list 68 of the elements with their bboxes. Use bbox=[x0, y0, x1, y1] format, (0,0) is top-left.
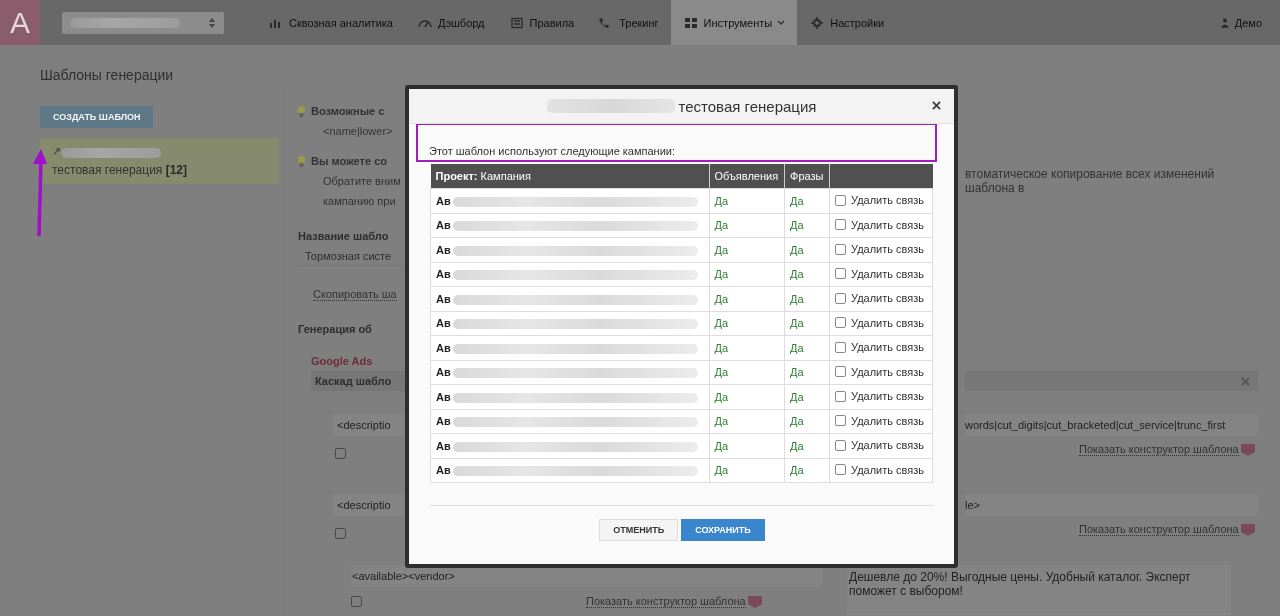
lightbulb-icon bbox=[297, 104, 306, 118]
note-text: Обратите вним bbox=[322, 175, 401, 187]
settings-icon bbox=[809, 16, 826, 29]
column-header: Фразы bbox=[784, 164, 830, 189]
project-name: Ав bbox=[436, 219, 451, 232]
project-name: Ав bbox=[436, 243, 451, 256]
badge-icon bbox=[1240, 443, 1255, 456]
section-heading: Название шабло bbox=[297, 230, 389, 242]
copy-link[interactable]: Скопировать ша bbox=[313, 287, 397, 301]
nav-tab[interactable]: Настройки bbox=[797, 0, 897, 45]
platform-label: Google Ads bbox=[310, 355, 373, 367]
project-name: Ав bbox=[436, 268, 451, 281]
note-text: втоматическое копирование всех изменений шаблона в bbox=[965, 167, 1216, 195]
column-header: Проект: Кампания bbox=[430, 164, 709, 189]
updown-arrows-icon bbox=[208, 16, 216, 29]
nav-tab[interactable]: Дэшборд bbox=[404, 0, 497, 45]
checkbox[interactable] bbox=[351, 596, 362, 607]
cancel-button[interactable]: ОТМЕНИТЬ bbox=[599, 519, 679, 541]
project-name: Ав bbox=[436, 341, 451, 354]
table-cell: Да bbox=[709, 188, 785, 213]
project-name: Ав bbox=[436, 366, 451, 379]
person-icon bbox=[1220, 17, 1229, 28]
save-button[interactable]: СОХРАНИТЬ bbox=[681, 519, 765, 541]
project-name: Ав bbox=[436, 464, 451, 477]
checkbox[interactable] bbox=[335, 528, 346, 539]
hint-text: Вы можете со bbox=[311, 155, 387, 167]
table-cell: Да bbox=[784, 188, 830, 213]
grid-icon bbox=[682, 16, 699, 29]
nav-tab[interactable]: Правила bbox=[496, 0, 587, 45]
nav-tab[interactable]: Трекинг bbox=[586, 0, 671, 45]
dialog-message: Этот шаблон используют следующие кампании: bbox=[429, 145, 676, 157]
badge-icon bbox=[1240, 523, 1255, 536]
rules-icon bbox=[508, 16, 525, 29]
note-text: <name|lower> bbox=[322, 125, 393, 137]
badge-icon bbox=[747, 595, 762, 608]
project-name: Ав bbox=[436, 317, 451, 330]
user-menu[interactable]: Демо bbox=[1220, 16, 1262, 29]
page-title: Шаблоны генерации bbox=[39, 66, 175, 85]
lightbulb-icon bbox=[297, 154, 306, 168]
template-builder-link[interactable]: Показать конструктор шаблона bbox=[1079, 523, 1239, 536]
project-name: Ав bbox=[436, 415, 451, 428]
template-builder-link[interactable]: Показать конструктор шаблона bbox=[586, 595, 746, 608]
link-icon bbox=[52, 147, 61, 156]
logo[interactable]: A bbox=[0, 0, 40, 45]
checkbox[interactable] bbox=[335, 448, 346, 459]
column-header: Объявления bbox=[709, 164, 785, 189]
template-builder-link[interactable]: Показать конструктор шаблона bbox=[1079, 443, 1239, 456]
template-list-item[interactable]: тестовая генерация [12] bbox=[40, 138, 279, 184]
project-select[interactable] bbox=[62, 11, 224, 34]
section-heading: Генерация об bbox=[297, 323, 372, 335]
nav-tab[interactable]: Сквозная аналитика bbox=[256, 0, 405, 45]
template-code-field[interactable]: <descriptio bbox=[333, 414, 405, 436]
ad-preview-text: Дешевле до 20%! Выгодные цены. Удобный каталог. Эксперт поможет с выбором! bbox=[847, 565, 1231, 615]
project-name: Ав bbox=[436, 390, 451, 403]
project-name: Ав bbox=[436, 194, 451, 207]
hint-text: Возможные с bbox=[311, 105, 385, 117]
template-code-field[interactable]: le> bbox=[965, 494, 1258, 516]
nav-tab[interactable]: Инструменты bbox=[670, 0, 798, 45]
project-name: Ав bbox=[436, 439, 451, 452]
dialog-title: тестовая генерация bbox=[678, 97, 817, 115]
template-code-field[interactable]: words|cut_digits|cut_bracketed|cut_service|trunc_first bbox=[965, 414, 1258, 436]
caret-icon bbox=[777, 20, 786, 25]
note-text: кампанию при bbox=[322, 195, 396, 207]
create-template-button[interactable]: СОЗДАТЬ ШАБЛОН bbox=[40, 106, 154, 128]
project-name: Ав bbox=[436, 292, 451, 305]
close-icon[interactable] bbox=[932, 101, 941, 110]
panel-header: Каскад шабло bbox=[311, 371, 405, 391]
template-code-field[interactable]: <descriptio bbox=[333, 494, 405, 516]
